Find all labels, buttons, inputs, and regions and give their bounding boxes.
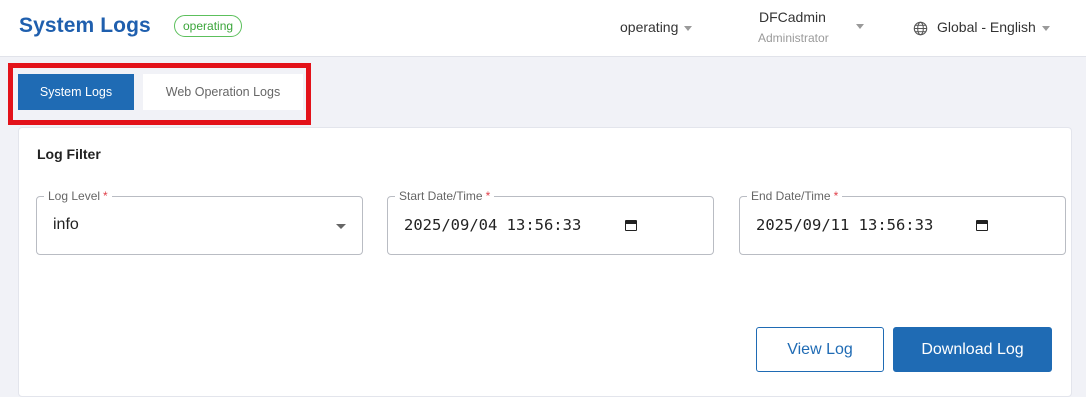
user-name[interactable]: DFCadmin xyxy=(759,9,826,25)
start-datetime-label: Start Date/Time * xyxy=(395,188,495,204)
mode-select[interactable]: operating xyxy=(620,19,693,35)
log-level-value: info xyxy=(53,216,79,233)
language-select-label: Global - English xyxy=(937,19,1036,35)
user-role: Administrator xyxy=(758,31,829,45)
start-datetime-label-text: Start Date/Time xyxy=(399,189,483,203)
end-datetime-label-text: End Date/Time xyxy=(751,189,831,203)
page-title: System Logs xyxy=(19,14,151,37)
log-filter-title: Log Filter xyxy=(37,146,101,162)
calendar-icon[interactable] xyxy=(976,220,988,231)
user-menu-caret-icon[interactable] xyxy=(856,24,864,29)
top-header: System Logs operating operating DFCadmin… xyxy=(0,0,1086,57)
start-datetime-input[interactable]: Start Date/Time * 2025/09/04 13:56:33 xyxy=(387,188,714,255)
caret-down-icon xyxy=(1041,25,1050,31)
mode-select-label: operating xyxy=(620,19,679,35)
required-mark: * xyxy=(833,189,839,203)
log-level-select[interactable]: Log Level * info xyxy=(36,188,363,255)
calendar-icon[interactable] xyxy=(625,220,637,231)
view-log-button[interactable]: View Log xyxy=(756,327,884,372)
globe-icon xyxy=(913,21,928,36)
end-datetime-label: End Date/Time * xyxy=(747,188,843,204)
tab-web-operation-logs[interactable]: Web Operation Logs xyxy=(143,74,303,110)
download-log-button[interactable]: Download Log xyxy=(893,327,1052,372)
end-datetime-value: 2025/09/11 13:56:33 xyxy=(756,216,934,234)
log-level-label-text: Log Level xyxy=(48,189,101,203)
required-mark: * xyxy=(103,189,108,203)
caret-down-icon xyxy=(684,25,693,31)
required-mark: * xyxy=(485,189,491,203)
log-level-label: Log Level * xyxy=(44,188,112,204)
status-badge: operating xyxy=(174,15,243,37)
caret-down-icon xyxy=(336,224,346,229)
tab-system-logs[interactable]: System Logs xyxy=(18,74,134,110)
language-select[interactable]: Global - English xyxy=(937,19,1050,35)
start-datetime-value: 2025/09/04 13:56:33 xyxy=(404,216,582,234)
end-datetime-input[interactable]: End Date/Time * 2025/09/11 13:56:33 xyxy=(739,188,1066,255)
